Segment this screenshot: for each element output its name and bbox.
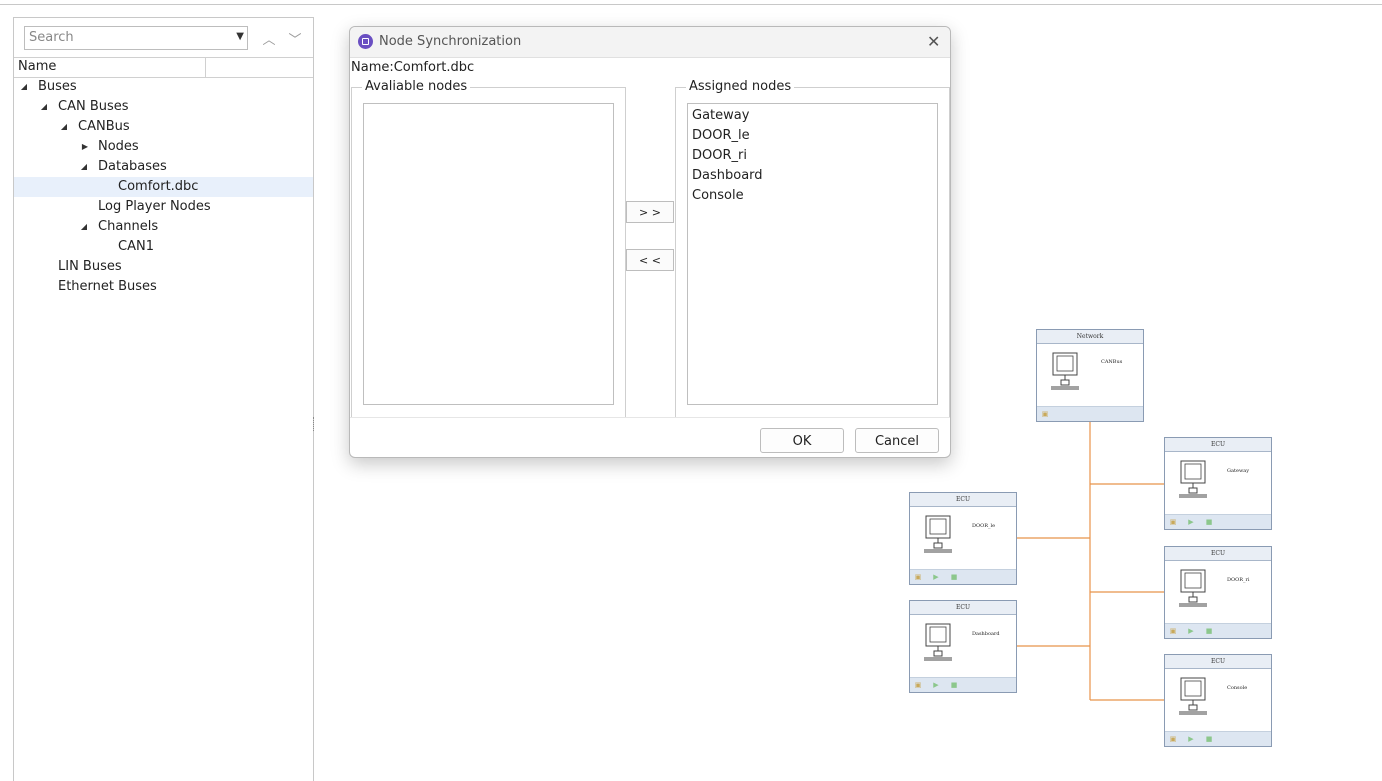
database-icon[interactable]: ▣ <box>914 681 922 689</box>
column-separator[interactable] <box>205 58 206 77</box>
network-node-canbus[interactable]: Network CANBus ▣ <box>1036 329 1144 422</box>
node-name: DOOR_ri <box>1227 577 1250 583</box>
node-header: ECU <box>910 493 1016 507</box>
tree-column-header: Name <box>14 57 313 78</box>
node-name: Dashboard <box>972 631 1000 637</box>
dialog-title: Node Synchronization <box>379 34 522 49</box>
dialog-titlebar[interactable]: Node Synchronization ✕ <box>350 27 950 58</box>
node-name: Console <box>1227 685 1248 691</box>
play-icon[interactable]: ▶ <box>932 573 940 581</box>
unassign-node-button[interactable]: < < <box>626 249 674 271</box>
tree-item-log-player-nodes[interactable]: Log Player Nodes <box>14 197 313 217</box>
node-toolbar: ▣ ▶ ■ <box>1165 731 1271 746</box>
tree-item-buses[interactable]: ◢ Buses <box>14 77 313 97</box>
tree-item-can1[interactable]: CAN1 <box>14 237 313 257</box>
panel-splitter-handle[interactable] <box>313 417 316 431</box>
assigned-nodes-group: Assigned nodes Gateway DOOR_le DOOR_ri D… <box>675 79 950 418</box>
ecu-node-console[interactable]: ECU Console ▣ ▶ ■ <box>1164 654 1272 747</box>
tree-item-nodes[interactable]: ▶ Nodes <box>14 137 313 157</box>
node-toolbar: ▣ ▶ ■ <box>1165 514 1271 529</box>
dialog-footer: OK Cancel <box>350 417 950 458</box>
node-toolbar: ▣ ▶ ■ <box>910 677 1016 692</box>
node-toolbar: ▣ <box>1037 406 1143 421</box>
node-header: ECU <box>1165 547 1271 561</box>
list-item[interactable]: Dashboard <box>688 166 937 186</box>
assigned-nodes-list[interactable]: Gateway DOOR_le DOOR_ri Dashboard Consol… <box>687 103 938 405</box>
cancel-button[interactable]: Cancel <box>855 428 939 453</box>
tree-item-channels[interactable]: ◢ Channels <box>14 217 313 237</box>
database-icon[interactable]: ▣ <box>1169 627 1177 635</box>
bus-tree-panel: ▼ ︿ ﹀ Name ◢ Buses ◢ CAN Buses ◢ CANBus … <box>13 17 314 781</box>
column-name-header[interactable]: Name <box>18 59 56 74</box>
node-header: Network <box>1037 330 1143 344</box>
ecu-node-dashboard[interactable]: ECU Dashboard ▣ ▶ ■ <box>909 600 1017 693</box>
stop-icon[interactable]: ■ <box>1205 627 1213 635</box>
chevron-down-icon[interactable]: ▼ <box>236 31 244 42</box>
collapse-arrow-icon[interactable]: ◢ <box>19 77 29 97</box>
computer-icon <box>1179 569 1207 607</box>
stop-icon[interactable]: ■ <box>950 573 958 581</box>
assign-node-button[interactable]: > > <box>626 201 674 223</box>
computer-icon <box>924 623 952 661</box>
ok-button[interactable]: OK <box>760 428 844 453</box>
collapse-arrow-icon[interactable]: ◢ <box>79 217 89 237</box>
list-item[interactable]: DOOR_le <box>688 126 937 146</box>
search-input[interactable] <box>25 27 225 47</box>
node-name: Gateway <box>1227 468 1250 474</box>
database-icon[interactable]: ▣ <box>914 573 922 581</box>
node-header: ECU <box>1165 438 1271 452</box>
tree-item-databases[interactable]: ◢ Databases <box>14 157 313 177</box>
window-top-border <box>0 4 1382 5</box>
database-icon[interactable]: ▣ <box>1169 518 1177 526</box>
name-value: Comfort.dbc <box>393 60 475 75</box>
tree-item-lin-buses[interactable]: LIN Buses <box>14 257 313 277</box>
computer-icon <box>1179 460 1207 498</box>
available-nodes-label: Avaliable nodes <box>362 79 471 94</box>
node-header: ECU <box>1165 655 1271 669</box>
bus-tree: ◢ Buses ◢ CAN Buses ◢ CANBus ▶ Nodes ◢ D… <box>14 77 313 297</box>
search-combobox[interactable]: ▼ <box>24 26 248 50</box>
database-icon[interactable]: ▣ <box>1169 735 1177 743</box>
node-toolbar: ▣ ▶ ■ <box>910 569 1016 584</box>
node-header: ECU <box>910 601 1016 615</box>
ecu-node-door-le[interactable]: ECU DOOR_le ▣ ▶ ■ <box>909 492 1017 585</box>
database-name-label: Name:Comfort.dbc <box>351 60 474 75</box>
node-synchronization-dialog: Node Synchronization ✕ Name:Comfort.dbc … <box>349 26 951 458</box>
node-toolbar: ▣ ▶ ■ <box>1165 623 1271 638</box>
play-icon[interactable]: ▶ <box>1187 735 1195 743</box>
node-name: CANBus <box>1101 359 1123 365</box>
node-name: DOOR_le <box>972 523 996 529</box>
tree-item-ethernet-buses[interactable]: Ethernet Buses <box>14 277 313 297</box>
close-icon[interactable]: ✕ <box>927 32 940 51</box>
collapse-arrow-icon[interactable]: ◢ <box>59 117 69 137</box>
stop-icon[interactable]: ■ <box>1205 518 1213 526</box>
collapse-arrow-icon[interactable]: ◢ <box>39 97 49 117</box>
list-item[interactable]: Console <box>688 186 937 206</box>
play-icon[interactable]: ▶ <box>1187 518 1195 526</box>
collapse-arrow-icon[interactable]: ◢ <box>79 157 89 177</box>
list-item[interactable]: Gateway <box>688 106 937 126</box>
play-icon[interactable]: ▶ <box>932 681 940 689</box>
database-icon[interactable]: ▣ <box>1041 410 1049 418</box>
stop-icon[interactable]: ■ <box>950 681 958 689</box>
ecu-node-door-ri[interactable]: ECU DOOR_ri ▣ ▶ ■ <box>1164 546 1272 639</box>
play-icon[interactable]: ▶ <box>1187 627 1195 635</box>
stop-icon[interactable]: ■ <box>1205 735 1213 743</box>
tree-item-can-buses[interactable]: ◢ CAN Buses <box>14 97 313 117</box>
available-nodes-group: Avaliable nodes <box>351 79 626 418</box>
next-match-icon[interactable]: ﹀ <box>286 29 304 48</box>
app-icon <box>358 34 373 49</box>
ecu-node-gateway[interactable]: ECU Gateway ▣ ▶ ■ <box>1164 437 1272 530</box>
computer-icon <box>1051 352 1079 390</box>
tree-item-comfort-dbc[interactable]: Comfort.dbc <box>14 177 313 197</box>
assigned-nodes-label: Assigned nodes <box>686 79 795 94</box>
tree-item-canbus[interactable]: ◢ CANBus <box>14 117 313 137</box>
computer-icon <box>924 515 952 553</box>
previous-match-icon[interactable]: ︿ <box>260 29 278 48</box>
available-nodes-list[interactable] <box>363 103 614 405</box>
computer-icon <box>1179 677 1207 715</box>
list-item[interactable]: DOOR_ri <box>688 146 937 166</box>
name-prefix: Name: <box>351 60 394 75</box>
expand-arrow-icon[interactable]: ▶ <box>80 137 90 157</box>
